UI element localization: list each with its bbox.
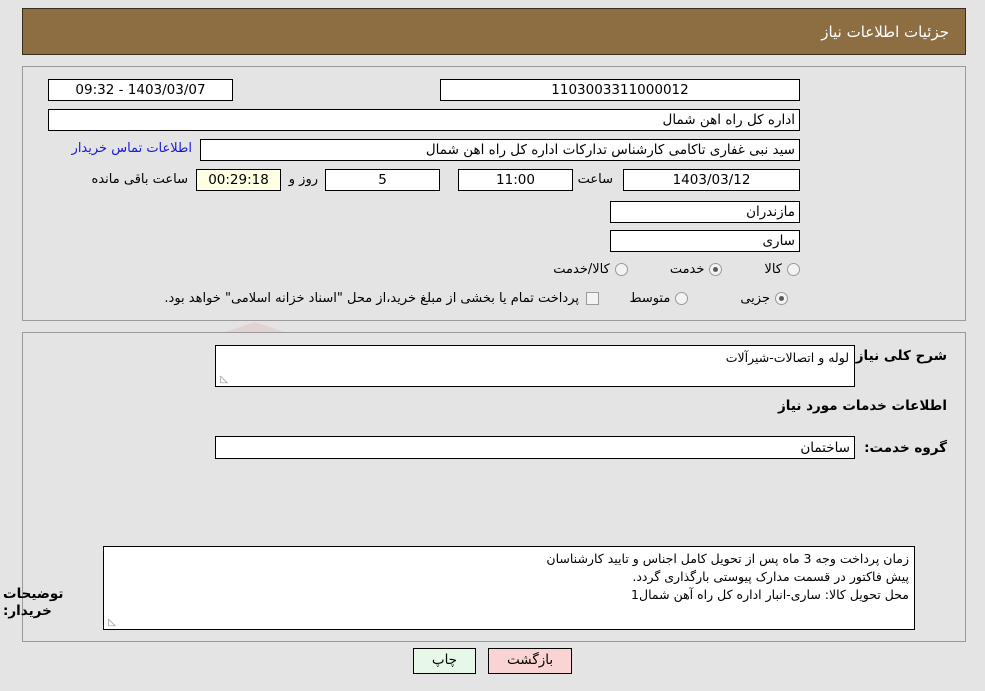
- process-option-label: متوسط: [629, 291, 671, 306]
- category-option-khedmat[interactable]: خدمت: [670, 262, 723, 277]
- buyer-notes-textarea[interactable]: زمان پرداخت وجه 3 ماه پس از تحویل کامل ا…: [103, 546, 915, 630]
- treasury-checkbox-label: پرداخت تمام یا بخشی از مبلغ خرید،از محل …: [164, 291, 579, 306]
- general-desc-value: لوله و اتصالات-شیرآلات: [725, 350, 849, 365]
- service-group-value[interactable]: ساختمان: [215, 436, 855, 459]
- buyer-org-value[interactable]: اداره کل راه اهن شمال: [48, 109, 800, 131]
- remaining-days-label: روز و: [288, 172, 318, 187]
- radio-icon[interactable]: [709, 263, 723, 276]
- treasury-checkbox-wrap[interactable]: پرداخت تمام یا بخشی از مبلغ خرید،از محل …: [164, 291, 599, 306]
- radio-icon[interactable]: [675, 292, 689, 305]
- category-option-label: کالا: [764, 262, 782, 277]
- deadline-hour-value[interactable]: 11:00: [458, 169, 573, 191]
- buyer-notes-line: پیش فاکتور در قسمت مدارک پیوستی بارگذاری…: [632, 569, 909, 585]
- remaining-days-value[interactable]: 5: [325, 169, 440, 191]
- radio-icon[interactable]: [787, 263, 800, 276]
- city-value[interactable]: ساری: [610, 230, 800, 252]
- page-title: جزئیات اطلاعات نیاز: [821, 22, 949, 41]
- action-button-bar: بازگشت چاپ: [0, 648, 985, 674]
- deadline-hour-label: ساعت: [577, 172, 613, 187]
- radio-icon[interactable]: [775, 292, 788, 305]
- buyer-notes-label: توضیحات خریدار:: [3, 586, 64, 619]
- deadline-date-value[interactable]: 1403/03/12: [623, 169, 800, 191]
- page-title-bar: جزئیات اطلاعات نیاز: [22, 8, 966, 55]
- need-info-panel: [22, 66, 966, 321]
- buyer-notes-line: زمان پرداخت وجه 3 ماه پس از تحویل کامل ا…: [546, 551, 909, 566]
- requester-value[interactable]: سید نبی غفاری تاکامی کارشناس تدارکات ادا…: [200, 139, 800, 161]
- print-button[interactable]: چاپ: [412, 648, 477, 674]
- process-option-jozi[interactable]: جزیی: [740, 291, 788, 306]
- category-option-kala[interactable]: کالا: [764, 262, 800, 277]
- resize-grip-icon[interactable]: ◺: [218, 375, 228, 385]
- category-option-label: خدمت: [669, 262, 705, 277]
- province-value[interactable]: مازندران: [610, 201, 800, 223]
- category-option-kala-khedmat[interactable]: کالا/خدمت: [553, 262, 628, 277]
- general-desc-textarea[interactable]: لوله و اتصالات-شیرآلات ◺: [215, 345, 855, 387]
- buyer-notes-line: محل تحویل کالا: ساری-انبار اداره کل راه …: [631, 587, 909, 603]
- back-button[interactable]: بازگشت: [488, 648, 573, 674]
- need-number-value[interactable]: 1103003311000012: [440, 79, 800, 101]
- resize-grip-icon[interactable]: ◺: [106, 618, 116, 628]
- radio-icon[interactable]: [614, 263, 628, 276]
- process-option-label: جزیی: [740, 291, 770, 306]
- category-option-label: کالا/خدمت: [553, 262, 610, 277]
- announce-datetime-value[interactable]: 1403/03/07 - 09:32: [48, 79, 233, 101]
- general-desc-label: شرح کلی نیاز:: [850, 348, 947, 364]
- process-radio-group: جزیی متوسط: [629, 291, 788, 306]
- category-radio-group: کالا خدمت کالا/خدمت: [553, 262, 800, 277]
- buyer-contact-link[interactable]: اطلاعات تماس خریدار: [72, 141, 192, 156]
- countdown-timer-value: 00:29:18: [196, 169, 281, 191]
- services-section-title: اطلاعات خدمات مورد نیاز: [777, 398, 947, 414]
- countdown-label: ساعت باقی مانده: [91, 172, 188, 187]
- service-group-label: گروه خدمت:: [864, 440, 947, 456]
- checkbox-icon[interactable]: [586, 292, 599, 305]
- process-option-motavaset[interactable]: متوسط: [629, 291, 689, 306]
